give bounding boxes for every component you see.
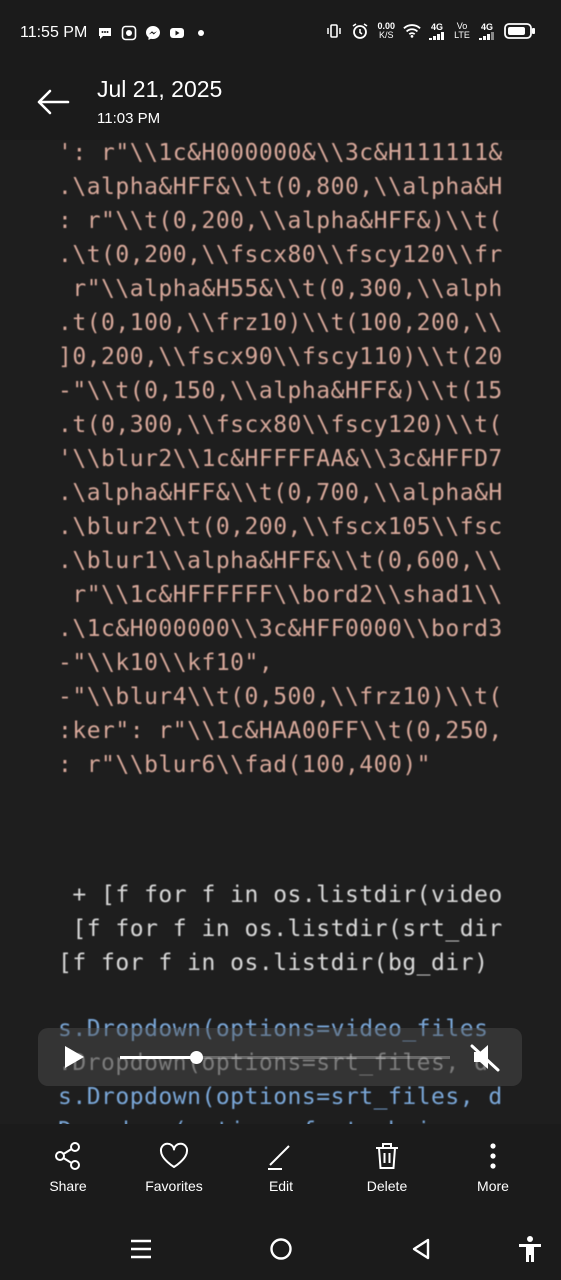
code-line: -"\\blur4\\t(0,500,\\frz10)\\t(: [58, 684, 503, 710]
message-icon: [96, 24, 114, 42]
code-line: ]0,200,\\fscx90\\fscy110)\\t(20: [58, 344, 503, 370]
system-navigation-bar: [0, 1214, 561, 1280]
back-nav-button[interactable]: [406, 1234, 436, 1264]
delete-label: Delete: [366, 1178, 408, 1194]
notification-icons: [96, 24, 210, 42]
seek-progress: [120, 1056, 196, 1059]
signal-bars-icon: [429, 31, 444, 40]
code-line: s.Dropdown(options=srt_files, d: [58, 1084, 503, 1110]
code-line: .t(0,300,\\fscx80\\fscy120)\\t(: [58, 412, 503, 438]
battery-icon: [503, 22, 537, 40]
code-line: -"\\k10\\kf10",: [58, 650, 274, 676]
accessibility-button[interactable]: [515, 1234, 545, 1264]
video-frame[interactable]: ': r"\\1c&H000000&\\3c&H111111& .\alpha&…: [0, 140, 561, 1124]
favorites-button[interactable]: Favorites: [129, 1140, 219, 1194]
code-line: : r"\\blur6\\fad(100,400)": [58, 752, 432, 778]
play-button[interactable]: [62, 1044, 86, 1070]
edit-label: Edit: [268, 1178, 294, 1194]
back-arrow-icon: [37, 89, 70, 115]
code-line: .\alpha&HFF&\\t(0,800,\\alpha&H: [58, 174, 503, 200]
code-line: r"\\alpha&H55&\\t(0,300,\\alph: [58, 276, 503, 302]
code-line: r"\\1c&HFFFFFF\\bord2\\shad1\\: [58, 582, 503, 608]
messenger-icon: [144, 24, 162, 42]
recents-icon: [131, 1239, 151, 1259]
seek-thumb[interactable]: [189, 1051, 203, 1064]
youtube-icon: [168, 24, 186, 42]
signal-sim1: 4G: [429, 22, 445, 40]
code-line: .t(0,100,\\frz10)\\t(100,200,\\: [58, 310, 503, 336]
code-line: ': r"\\1c&H000000&\\3c&H111111&: [58, 140, 503, 166]
share-icon: [55, 1142, 80, 1170]
media-time: 11:03 PM: [97, 110, 161, 127]
status-time: 11:55 PM: [20, 24, 88, 41]
code-line: [f for f in os.listdir(bg_dir): [58, 950, 489, 976]
favorites-label: Favorites: [145, 1178, 203, 1194]
code-line: :ker": r"\\1c&HAA00FF\\t(0,250,: [58, 718, 503, 744]
heart-icon: [159, 1142, 189, 1168]
accessibility-icon: [519, 1236, 541, 1262]
code-line: .\alpha&HFF&\\t(0,700,\\alpha&H: [58, 480, 503, 506]
action-bar: Share Favorites Edit Delete More: [0, 1124, 561, 1214]
dot-icon: [192, 24, 210, 42]
code-line: -"\\t(0,150,\\alpha&HFF&)\\t(15: [58, 378, 503, 404]
code-line: [f for f in os.listdir(srt_dir: [58, 916, 503, 942]
recents-button[interactable]: [126, 1234, 156, 1264]
code-line: .\blur2\\t(0,200,\\fscx105\\fsc: [58, 514, 503, 540]
video-controls: [38, 1028, 522, 1086]
trash-icon: [376, 1143, 398, 1169]
share-label: Share: [49, 1178, 87, 1194]
more-vertical-icon: [490, 1143, 496, 1169]
more-button[interactable]: More: [448, 1140, 538, 1194]
vibrate-icon: [325, 22, 343, 40]
viewer-header: Jul 21, 2025 11:03 PM: [0, 68, 561, 140]
volte-indicator: Vo LTE: [454, 21, 470, 40]
signal-bars-icon: [479, 31, 494, 40]
code-line: .\blur1\\alpha&HFF&\\t(0,600,\\: [58, 548, 503, 574]
code-line: .\1c&H000000\\3c&HFF0000\\bord3: [58, 616, 503, 642]
alarm-icon: [351, 22, 369, 40]
code-line: '\\blur2\\1c&HFFFFAA&\\3c&HFFD7: [58, 446, 503, 472]
code-line: : r"\\t(0,200,\\alpha&HFF&)\\t(: [58, 208, 503, 234]
delete-button[interactable]: Delete: [342, 1140, 432, 1194]
back-triangle-icon: [412, 1238, 430, 1260]
home-button[interactable]: [266, 1234, 296, 1264]
app-notification-icon: [120, 24, 138, 42]
edit-icon: [268, 1145, 290, 1170]
network-speed: 0.00 K/S: [377, 21, 395, 40]
code-line: Dropdown(options=font_choices: [58, 1116, 474, 1124]
code-screenshot: ': r"\\1c&H000000&\\3c&H111111& .\alpha&…: [58, 140, 502, 1124]
more-label: More: [477, 1178, 509, 1194]
back-button[interactable]: [28, 82, 78, 122]
status-bar: 11:55 PM 0.00 K/S 4G Vo LTE 4G: [0, 0, 561, 68]
seek-bar[interactable]: [120, 1051, 450, 1064]
code-line: + [f for f in os.listdir(video: [58, 882, 503, 908]
wifi-icon: [403, 22, 421, 40]
mute-button[interactable]: [468, 1042, 502, 1072]
edit-button[interactable]: Edit: [236, 1140, 326, 1194]
signal-sim2: 4G: [479, 22, 495, 40]
system-icons: 0.00 K/S 4G Vo LTE 4G: [325, 22, 537, 40]
code-line: .\t(0,200,\\fscx80\\fscy120\\fr: [58, 242, 503, 268]
home-icon: [270, 1238, 292, 1260]
share-button[interactable]: Share: [23, 1140, 113, 1194]
media-date: Jul 21, 2025: [97, 76, 223, 102]
